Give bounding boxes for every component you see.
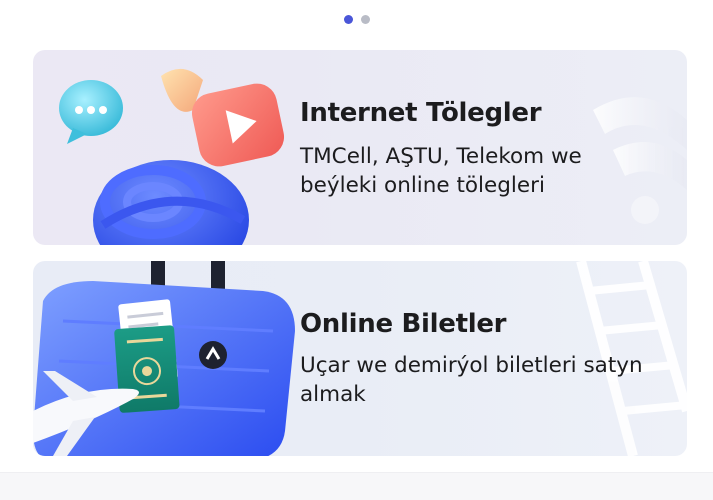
globe-icon [93,160,249,245]
bottom-bar [0,472,713,500]
play-icon [191,83,285,167]
card-title: Internet Tölegler [300,98,542,128]
card-description: TMCell, AŞTU, Telekom we beýleki online … [300,144,582,198]
card-title: Online Biletler [300,309,507,339]
internet-payments-card[interactable]: Internet Tölegler TMCell, AŞTU, Telekom … [33,50,687,245]
online-tickets-card[interactable]: Online Biletler Uçar we demirýol biletle… [33,261,687,456]
chat-bubble-icon [59,80,123,144]
pager-dot[interactable] [360,15,370,24]
pager-dot-active[interactable] [343,15,353,24]
card-description: Uçar we demirýol biletleri satyn almak [300,353,643,407]
carousel-pager [0,15,713,24]
